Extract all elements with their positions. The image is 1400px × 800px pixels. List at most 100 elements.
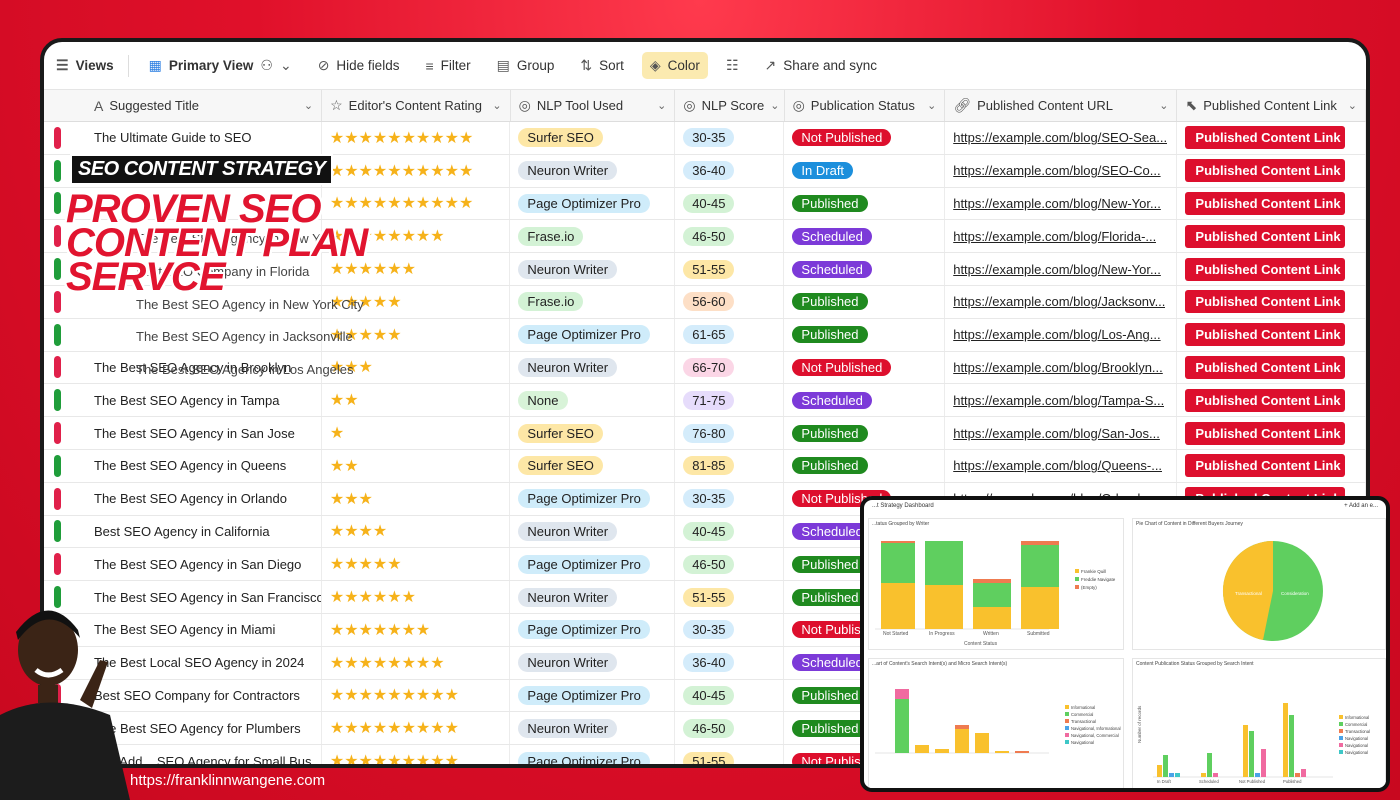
content-url-link[interactable]: https://example.com/blog/San-Jos...	[953, 426, 1160, 441]
add-element-button[interactable]: + Add an e...	[1344, 503, 1378, 511]
table-cell-tool[interactable]: Page Optimizer Pro	[510, 318, 676, 351]
table-cell-link[interactable]: Published Content Link	[1177, 318, 1366, 351]
table-cell-title[interactable]: The Best SEO Agency in Queens	[44, 449, 322, 482]
star-rating[interactable]: ★★★★★★★★★	[330, 685, 459, 705]
table-cell-status[interactable]: Published	[784, 417, 946, 449]
table-cell-rating[interactable]: ★★★★★★★★★	[322, 745, 511, 764]
table-cell-score[interactable]: 46-50	[675, 548, 785, 581]
table-cell-tool[interactable]: Neuron Writer	[510, 351, 676, 384]
table-cell-score[interactable]: 71-75	[675, 384, 785, 417]
content-url-link[interactable]: https://example.com/blog/Los-Ang...	[953, 327, 1160, 342]
table-cell-title[interactable]: The Best SEO Agency in Tampa	[44, 384, 322, 417]
table-cell-title[interactable]: The Best SEO Agency in Los Angeles	[136, 354, 364, 387]
table-cell-title[interactable]: The Best SEO Agency in Orlando	[44, 482, 322, 515]
table-cell-rating[interactable]: ★★★★★	[322, 548, 511, 581]
table-cell-url[interactable]: https://example.com/blog/Queens-...	[945, 449, 1178, 482]
table-cell-status[interactable]: Scheduled	[784, 384, 946, 417]
star-rating[interactable]: ★	[330, 423, 344, 443]
table-cell-score[interactable]: 30-35	[675, 613, 785, 646]
published-content-link-button[interactable]: Published Content Link	[1185, 454, 1346, 478]
table-cell-status[interactable]: In Draft	[784, 154, 946, 187]
content-url-link[interactable]: https://example.com/blog/Tampa-S...	[953, 393, 1164, 408]
column-header-tool[interactable]: ◎ NLP Tool Used ⌄	[511, 90, 676, 121]
table-cell-tool[interactable]: Surfer SEO	[510, 417, 676, 449]
table-cell-link[interactable]: Published Content Link	[1177, 417, 1366, 449]
filter-button[interactable]: ≡ Filter	[417, 53, 478, 79]
published-content-link-button[interactable]: Published Content Link	[1185, 224, 1346, 248]
table-cell-tool[interactable]: Page Optimizer Pro	[510, 745, 676, 764]
table-cell-score[interactable]: 46-50	[675, 220, 785, 253]
group-button[interactable]: ▤ Group	[489, 52, 563, 79]
content-url-link[interactable]: https://example.com/blog/New-Yor...	[953, 262, 1161, 277]
table-cell-status[interactable]: Scheduled	[784, 220, 946, 253]
star-rating[interactable]: ★★★★★	[330, 554, 402, 574]
table-cell-link[interactable]: Published Content Link	[1177, 220, 1366, 253]
table-cell-score[interactable]: 40-45	[675, 515, 785, 548]
table-cell-rating[interactable]: ★★★★★★★★★★	[322, 154, 511, 187]
table-cell-tool[interactable]: Neuron Writer	[510, 712, 676, 745]
table-cell-title[interactable]: The Best SEO Agency in San Diego	[44, 548, 322, 581]
table-cell-title[interactable]: The Best SEO Agency in San Jose	[44, 417, 322, 449]
table-cell-rating[interactable]: ★★★★	[322, 515, 511, 548]
star-rating[interactable]: ★★★★★★★	[330, 620, 430, 640]
table-cell-tool[interactable]: Page Optimizer Pro	[510, 548, 676, 581]
color-button[interactable]: ◈ Color	[641, 52, 708, 79]
table-cell-tool[interactable]: Neuron Writer	[510, 646, 676, 679]
table-cell-score[interactable]: 61-65	[675, 318, 785, 351]
table-cell-rating[interactable]: ★★★★★★★	[322, 613, 511, 646]
star-rating[interactable]: ★★★★★★★★★	[330, 751, 459, 764]
table-cell-score[interactable]: 76-80	[675, 417, 785, 449]
column-header-link[interactable]: ⬉ Published Content Link ⌄	[1177, 90, 1366, 121]
table-cell-rating[interactable]: ★★	[322, 449, 511, 482]
table-cell-score[interactable]: 51-55	[675, 581, 785, 613]
table-cell-link[interactable]: Published Content Link	[1177, 154, 1366, 187]
star-rating[interactable]: ★★★★★★★★★	[330, 718, 459, 738]
content-url-link[interactable]: https://example.com/blog/Florida-...	[953, 229, 1156, 244]
row-height-button[interactable]: ☷	[718, 52, 747, 79]
table-cell-score[interactable]: 46-50	[675, 712, 785, 745]
table-cell-score[interactable]: 51-55	[675, 253, 785, 285]
table-cell-tool[interactable]: Neuron Writer	[510, 515, 676, 548]
hide-fields-button[interactable]: ⊘ Hide fields	[310, 52, 408, 79]
table-cell-tool[interactable]: Frase.io	[510, 285, 676, 318]
table-cell-link[interactable]: Published Content Link	[1177, 187, 1366, 220]
primary-view-button[interactable]: ▦ Primary View ⚇ ⌄	[141, 52, 300, 79]
published-content-link-button[interactable]: Published Content Link	[1185, 323, 1346, 347]
table-cell-link[interactable]: Published Content Link	[1177, 351, 1366, 384]
column-header-title[interactable]: A Suggested Title ⌄	[44, 90, 323, 121]
views-button[interactable]: ☰ Views	[48, 52, 122, 79]
table-cell-rating[interactable]: ★	[322, 417, 511, 449]
published-content-link-button[interactable]: Published Content Link	[1185, 355, 1346, 379]
content-url-link[interactable]: https://example.com/blog/Queens-...	[953, 458, 1162, 473]
table-cell-tool[interactable]: Surfer SEO	[510, 122, 676, 154]
table-cell-status[interactable]: Not Published	[784, 351, 946, 384]
published-content-link-button[interactable]: Published Content Link	[1185, 290, 1346, 314]
table-cell-tool[interactable]: None	[510, 384, 676, 417]
table-cell-link[interactable]: Published Content Link	[1177, 253, 1366, 285]
table-cell-score[interactable]: 51-55	[675, 745, 785, 764]
column-header-rating[interactable]: ☆ Editor's Content Rating ⌄	[322, 90, 511, 121]
table-row[interactable]: The Best SEO Agency in San Jose ★ Surfer…	[44, 417, 1366, 450]
table-cell-status[interactable]: Published	[784, 285, 946, 318]
table-row[interactable]: The Ultimate Guide to SEO ★★★★★★★★★★ Sur…	[44, 122, 1366, 155]
star-rating[interactable]: ★★★★	[330, 521, 387, 541]
table-cell-status[interactable]: Published	[784, 449, 946, 482]
table-cell-rating[interactable]: ★★★★★★	[322, 581, 511, 613]
content-url-link[interactable]: https://example.com/blog/New-Yor...	[953, 196, 1161, 211]
table-cell-rating[interactable]: ★★★★★★★★★	[322, 712, 511, 745]
share-sync-button[interactable]: ↗ Share and sync	[757, 52, 886, 79]
published-content-link-button[interactable]: Published Content Link	[1185, 159, 1346, 183]
table-cell-url[interactable]: https://example.com/blog/New-Yor...	[945, 253, 1178, 285]
content-url-link[interactable]: https://example.com/blog/SEO-Sea...	[953, 130, 1167, 145]
table-row[interactable]: The Best SEO Agency in Tampa ★★ None 71-…	[44, 384, 1366, 418]
table-cell-score[interactable]: 36-40	[675, 646, 785, 679]
table-cell-url[interactable]: https://example.com/blog/SEO-Co...	[945, 154, 1178, 187]
footer-url[interactable]: https://franklinnwangene.com	[130, 772, 325, 789]
table-cell-status[interactable]: Published	[784, 318, 946, 351]
table-cell-url[interactable]: https://example.com/blog/San-Jos...	[945, 417, 1178, 449]
table-cell-rating[interactable]: ★★★	[322, 482, 511, 515]
content-url-link[interactable]: https://example.com/blog/Brooklyn...	[953, 360, 1163, 375]
table-cell-tool[interactable]: Neuron Writer	[510, 253, 676, 285]
table-cell-score[interactable]: 30-35	[675, 122, 785, 154]
table-cell-score[interactable]: 36-40	[675, 154, 785, 187]
